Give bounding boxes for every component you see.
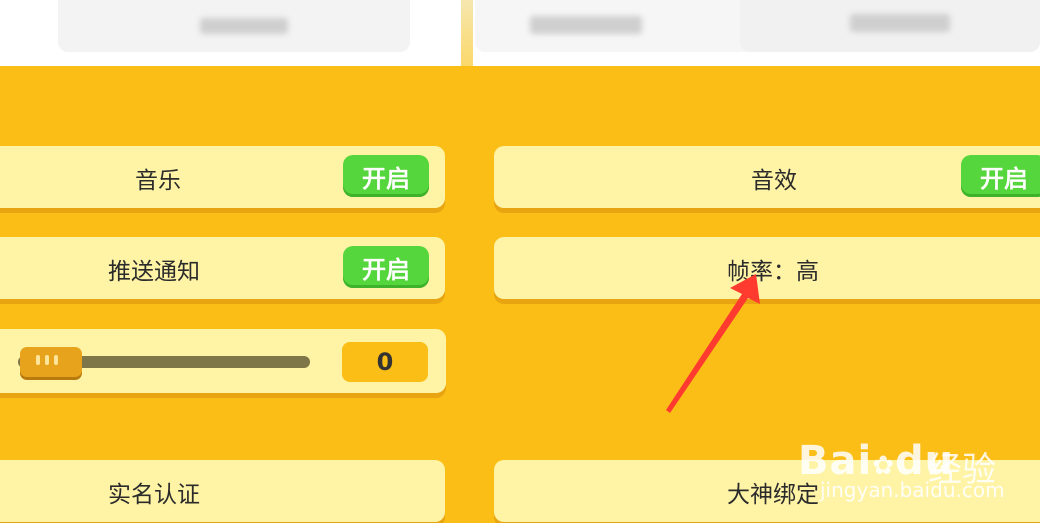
top-header — [0, 0, 1040, 66]
slider-thumb[interactable] — [20, 347, 82, 377]
grip-line — [45, 355, 49, 365]
push-notification-label: 推送通知 — [108, 259, 200, 285]
push-notification-toggle-button[interactable]: 开启 — [343, 246, 429, 288]
blurred-text — [200, 18, 288, 34]
real-name-label: 实名认证 — [108, 482, 200, 508]
watermark-url: jingyan.baidu.com — [820, 478, 1005, 502]
real-name-verification-button[interactable]: 实名认证 — [0, 460, 445, 522]
grip-line — [36, 355, 40, 365]
paw-icon: ✿ — [872, 451, 895, 481]
slider-value: 0 — [342, 342, 428, 382]
music-toggle-button[interactable]: 开启 — [343, 155, 429, 197]
volume-slider-row: 0 — [0, 329, 446, 393]
blurred-text — [850, 14, 950, 32]
music-setting-row: 音乐 开启 — [0, 146, 445, 208]
push-notification-row: 推送通知 开启 — [0, 237, 445, 299]
baidu-watermark: Bai✿du 经验 jingyan.baidu.com — [798, 438, 1005, 508]
music-label: 音乐 — [135, 168, 181, 194]
sound-toggle-button[interactable]: 开启 — [961, 155, 1040, 197]
sound-label: 音效 — [751, 168, 797, 194]
grip-line — [54, 355, 58, 365]
sound-setting-row: 音效 开启 — [494, 146, 1040, 208]
header-divider — [461, 0, 473, 66]
blurred-text — [530, 16, 642, 34]
annotation-arrow-icon — [666, 274, 760, 413]
